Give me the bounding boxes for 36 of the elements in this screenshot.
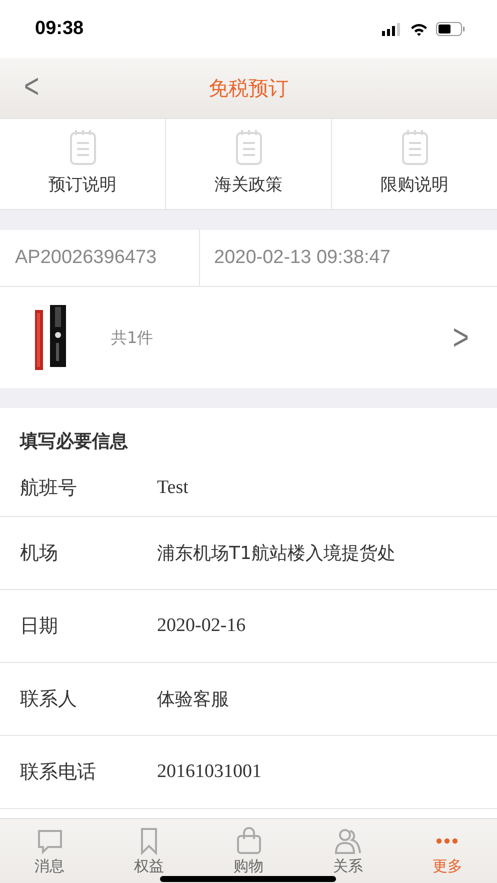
field-value: 2020-02-16 (157, 614, 246, 638)
tab-item[interactable]: 关系 (298, 819, 398, 883)
field-label: 联系电话 (20, 760, 97, 785)
field-label: 航班号 (20, 476, 78, 502)
back-button[interactable]: < (18, 68, 46, 104)
field-value: Test (157, 476, 188, 500)
section-title: 填写必要信息 (18, 430, 129, 454)
more-icon (436, 838, 458, 844)
doc-link[interactable]: 预订说明 (0, 119, 166, 209)
field-value: 体验客服 (157, 688, 229, 712)
notepad-icon (402, 129, 428, 166)
field-value: 20161031001 (157, 760, 262, 784)
doc-link[interactable]: 海关政策 (166, 119, 332, 209)
chat-icon (36, 827, 64, 856)
tab-item[interactable]: 购物 (198, 819, 298, 883)
page-title: 免税预订 (208, 75, 288, 102)
notepad-icon (236, 129, 262, 166)
signal-icon (382, 22, 402, 36)
order-time: 2020-02-13 09:38:47 (213, 246, 390, 270)
battery-icon (436, 22, 465, 36)
field-value: 浦东机场T1航站楼入境提货处 (157, 542, 396, 566)
doc-link[interactable]: 限购说明 (332, 119, 497, 209)
field-label: 机场 (20, 540, 59, 566)
people-icon (334, 827, 362, 856)
notepad-icon (70, 129, 96, 166)
wifi-icon (410, 22, 428, 36)
bag-icon (234, 827, 263, 856)
field-label: 联系人 (20, 686, 78, 712)
tab-item[interactable]: 权益 (99, 819, 199, 883)
order-number: AP20026396473 (0, 230, 200, 286)
chevron-button[interactable]: > (452, 310, 469, 365)
item-count: 共1件 (111, 326, 154, 348)
field-label: 日期 (20, 614, 59, 639)
tab-item[interactable]: 更多 (398, 819, 497, 883)
status-time: 09:38 (35, 16, 84, 41)
tab-item[interactable]: 消息 (0, 819, 100, 883)
